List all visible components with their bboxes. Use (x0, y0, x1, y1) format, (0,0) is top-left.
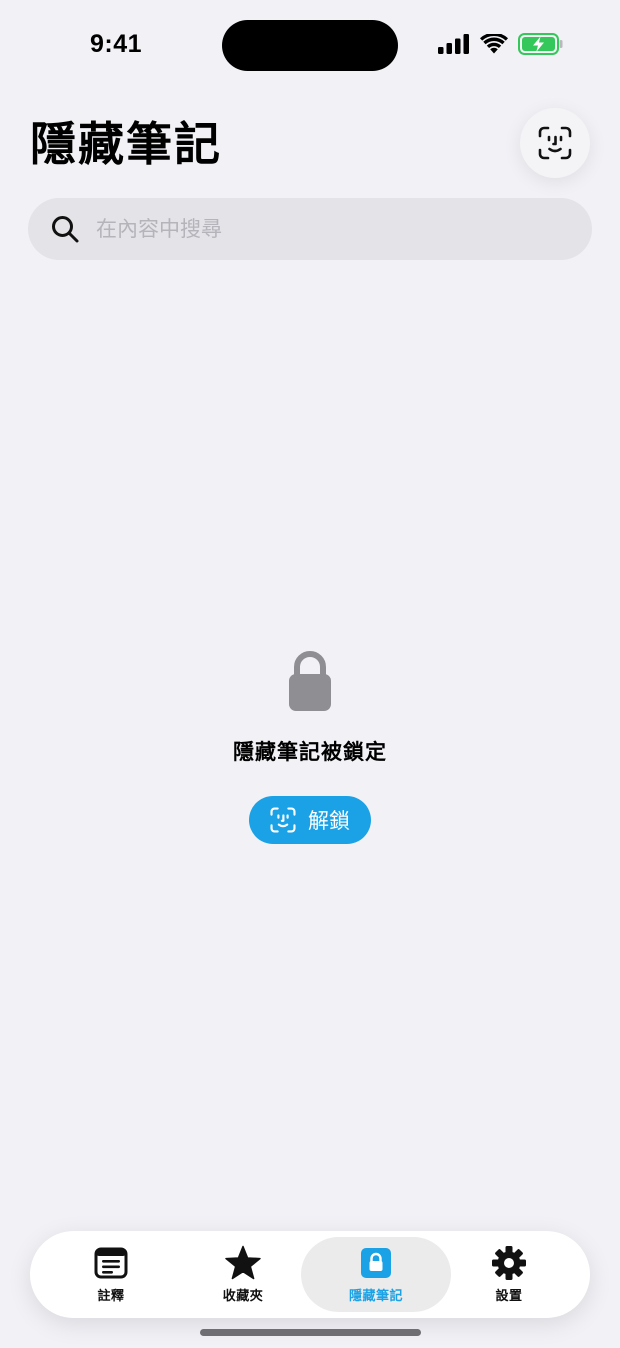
dynamic-island (222, 20, 398, 71)
tab-label: 註釋 (97, 1289, 125, 1304)
face-id-button[interactable] (520, 108, 590, 178)
tab-bar: 註釋 收藏夾 隱藏筆記 設置 (30, 1231, 590, 1318)
unlock-button-label: 解鎖 (308, 809, 350, 833)
wifi-icon (480, 34, 508, 54)
status-bar: 9:41 (0, 0, 620, 92)
page-title: 隱藏筆記 (30, 117, 222, 171)
search-bar[interactable] (28, 198, 592, 260)
search-input[interactable] (96, 217, 536, 241)
face-id-icon (270, 807, 296, 833)
home-indicator[interactable] (200, 1329, 421, 1336)
search-icon (50, 214, 80, 244)
tab-label: 隱藏筆記 (348, 1289, 403, 1304)
battery-charging-icon (518, 33, 563, 55)
star-icon (224, 1245, 262, 1281)
gear-icon (491, 1245, 527, 1281)
tab-hidden-notes[interactable]: 隱藏筆記 (301, 1237, 451, 1312)
status-icons (438, 33, 564, 55)
cellular-signal-icon (438, 34, 469, 54)
tab-notes[interactable]: 註釋 (36, 1237, 186, 1312)
lock-icon (0, 650, 620, 712)
notes-icon (94, 1245, 128, 1281)
tab-label: 收藏夾 (222, 1289, 264, 1304)
unlock-button[interactable]: 解鎖 (249, 796, 371, 844)
locked-message: 隱藏筆記被鎖定 (233, 740, 387, 764)
lock-icon (360, 1245, 392, 1281)
tab-settings[interactable]: 設置 (434, 1237, 584, 1312)
locked-state: 隱藏筆記被鎖定 解鎖 (0, 650, 620, 844)
hidden-notes-screen: 9:41 隱藏筆記 在內容中搜尋 隱藏筆記被鎖定 解鎖 註釋 收藏夾 隱藏筆記 … (0, 0, 620, 1348)
tab-label: 設置 (495, 1289, 523, 1304)
status-time: 9:41 (90, 30, 143, 58)
tab-favorites[interactable]: 收藏夾 (168, 1237, 318, 1312)
face-id-icon (538, 126, 572, 160)
